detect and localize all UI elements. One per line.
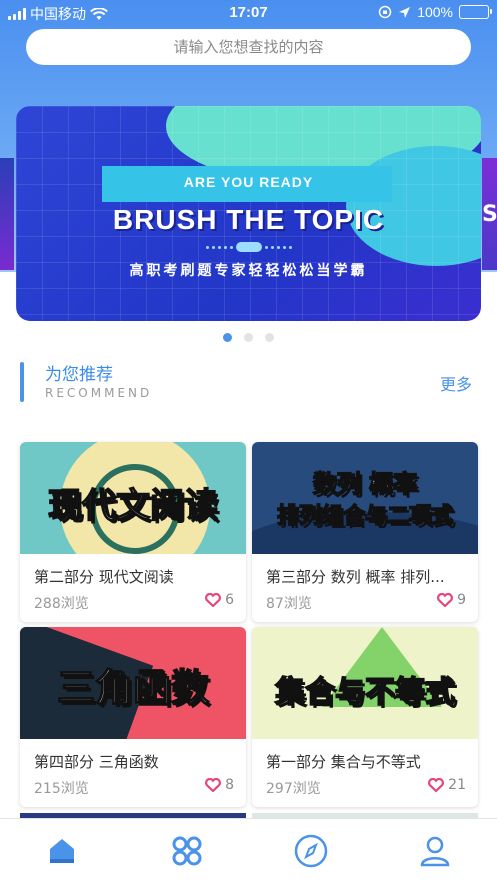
banner-next-peek-text: S [482,202,497,227]
user-icon [420,836,450,867]
compass-icon [294,834,328,868]
home-icon [50,839,74,863]
section-subtitle: RECOMMEND [45,386,153,400]
banner-pagination [0,333,497,342]
course-name: 第一部分 集合与不等式 [266,753,421,771]
banner-divider [201,242,297,252]
page-dot[interactable] [223,333,232,342]
like-button[interactable]: 6 [205,592,234,608]
grid-icon [172,836,202,866]
like-count: 9 [457,592,466,608]
view-count: 87浏览 [266,596,312,612]
course-card[interactable]: 数列 概率 排列组合与二项式 第三部分 数列 概率 排列... 87浏览 9 [252,442,478,622]
like-count: 6 [225,592,234,608]
tab-profile[interactable] [417,833,453,869]
battery-icon [459,5,492,19]
course-name: 第三部分 数列 概率 排列... [266,568,445,586]
banner-title: BRUSH THE TOPIC [112,204,385,235]
view-count: 288浏览 [34,596,89,612]
thumbnail-title: 现代文阅读 [47,485,219,527]
like-button[interactable]: 8 [205,777,234,793]
view-count: 297浏览 [266,781,321,797]
orientation-lock-icon [378,5,392,19]
tab-categories[interactable] [169,833,205,869]
page-dot[interactable] [265,333,274,342]
heart-icon [428,778,445,792]
heart-icon [205,593,222,607]
section-title: 为您推荐 [45,365,113,385]
banner-next-peek[interactable]: S [482,158,497,270]
course-thumbnail: 三角函数 [20,627,246,739]
more-link[interactable]: 更多 [440,371,472,395]
heart-icon [437,593,454,607]
banner-tag: ARE YOU READY [183,174,314,190]
banner-subtitle: 高职考刷题专家轻轻松松当学霸 [129,263,368,279]
like-button[interactable]: 9 [437,592,466,608]
banner-prev-peek[interactable] [0,158,14,270]
course-thumbnail: 现代文阅读 [20,442,246,554]
thumbnail-title-line2: 排列组合与二项式 [276,503,454,530]
like-count: 21 [448,777,466,793]
thumbnail-title: 三角函数 [56,665,210,711]
thumbnail-title: 集合与不等式 [274,674,456,711]
section-accent-bar [20,362,24,402]
course-card[interactable]: 现代文阅读 第二部分 现代文阅读 288浏览 6 [20,442,246,622]
view-count: 215浏览 [34,781,89,797]
like-count: 8 [225,777,234,793]
battery-percent: 100% [417,4,453,20]
course-thumbnail: 数列 概率 排列组合与二项式 [252,442,478,554]
thumbnail-title-line1: 数列 概率 [312,469,418,499]
course-name: 第二部分 现代文阅读 [34,568,174,586]
course-card[interactable]: 集合与不等式 第一部分 集合与不等式 297浏览 21 [252,627,478,807]
course-name: 第四部分 三角函数 [34,753,159,771]
course-thumbnail: 集合与不等式 [252,627,478,739]
location-icon [399,6,411,18]
search-input[interactable]: 请输入您想查找的内容 [26,29,471,65]
heart-icon [205,778,222,792]
tab-home[interactable] [44,833,80,869]
like-button[interactable]: 21 [428,777,466,793]
tab-bar [0,818,497,883]
course-card[interactable]: 三角函数 第四部分 三角函数 215浏览 8 [20,627,246,807]
tab-discover[interactable] [293,833,329,869]
page-dot[interactable] [244,333,253,342]
status-bar: 中国移动 17:07 100% [0,0,497,26]
promo-banner[interactable]: ARE YOU READY BRUSH THE TOPIC 高职考刷题专家轻轻松… [16,106,481,321]
